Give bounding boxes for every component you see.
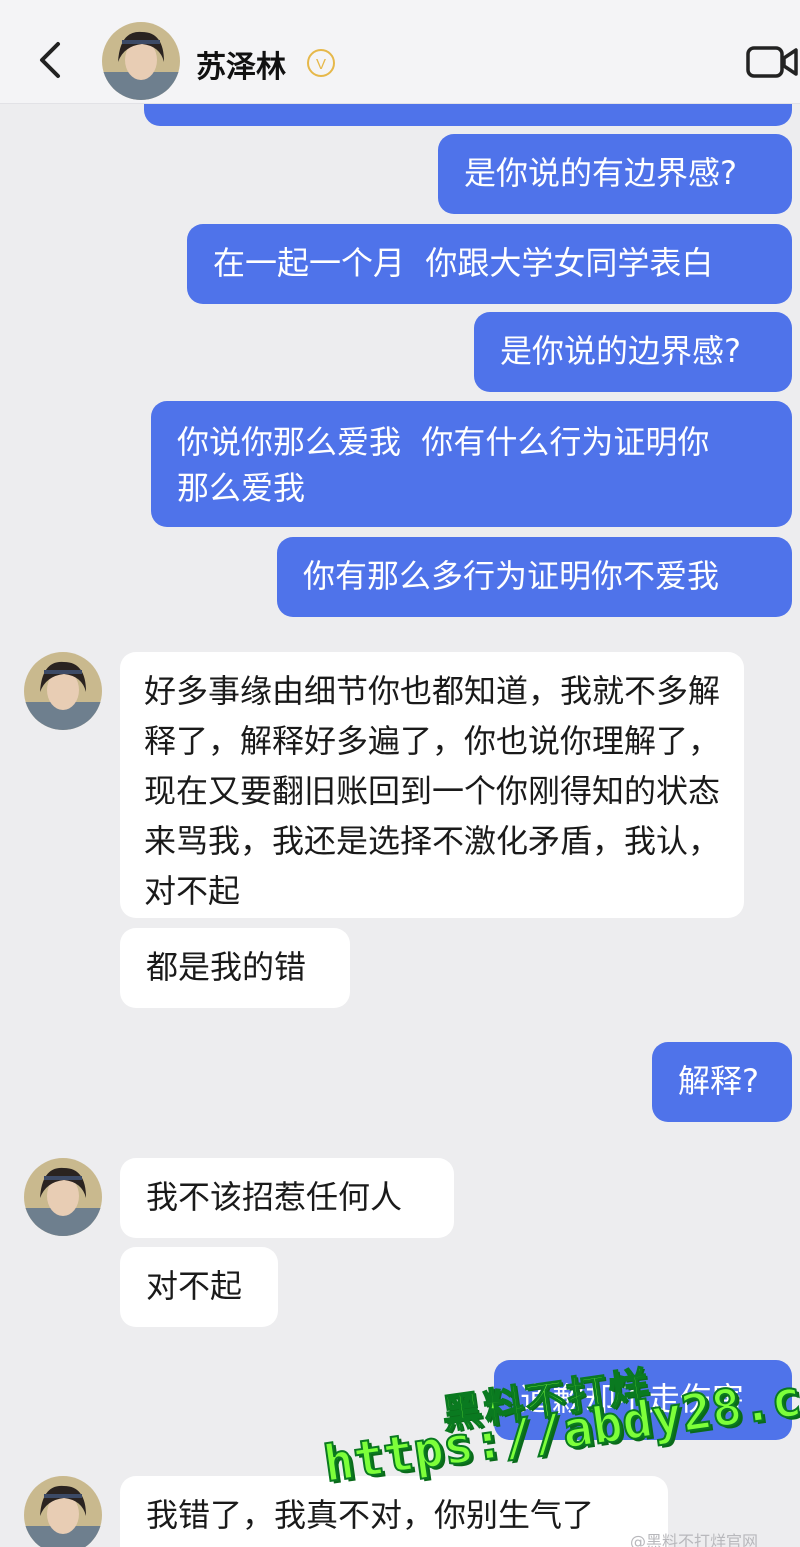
- message-bubble-out[interactable]: 你说你那么爱我 你有什么行为证明你 那么爱我: [151, 401, 792, 527]
- message-text: 我错了，我真不对，你别生气了: [146, 1496, 595, 1534]
- contact-avatar[interactable]: [24, 1476, 102, 1547]
- message-text: 都是我的错: [146, 948, 307, 986]
- message-text: 是你说的有边界感?: [464, 154, 737, 192]
- message-text: 对不起: [146, 1267, 243, 1305]
- message-bubble-out[interactable]: 在一起一个月 你跟大学女同学表白: [187, 224, 792, 304]
- message-text: 你说你那么爱我 你有什么行为证明你: [177, 423, 710, 461]
- message-text: 解释?: [678, 1062, 759, 1100]
- chevron-left-icon[interactable]: [30, 38, 74, 82]
- watermark-faint: @黑料不打烊官网: [630, 1532, 759, 1547]
- message-text: 是你说的边界感?: [500, 332, 741, 370]
- contact-avatar[interactable]: [24, 1158, 102, 1236]
- message-bubble-in[interactable]: 对不起: [120, 1247, 278, 1327]
- chat-header: 苏泽林 V: [0, 0, 800, 104]
- message-text: 你有那么多行为证明你不爱我: [303, 557, 720, 595]
- message-bubble-out[interactable]: 解释?: [652, 1042, 792, 1122]
- message-text: 那么爱我: [177, 469, 306, 507]
- contact-name: 苏泽林: [196, 50, 286, 85]
- contact-avatar[interactable]: [102, 22, 180, 100]
- message-bubble-in[interactable]: 我错了，我真不对，你别生气了: [120, 1476, 668, 1547]
- message-text: 好多事缘由细节你也都知道，我就不多解释了，解释好多遍了，你也说你理解了，现在又要…: [144, 672, 721, 910]
- message-bubble-in[interactable]: 好多事缘由细节你也都知道，我就不多解释了，解释好多遍了，你也说你理解了，现在又要…: [120, 652, 744, 918]
- svg-text:V: V: [316, 56, 326, 73]
- message-text: 我不该招惹任何人: [146, 1178, 403, 1216]
- message-bubble-out[interactable]: 你有那么多行为证明你不爱我: [277, 537, 792, 617]
- video-call-icon[interactable]: [746, 44, 798, 80]
- verified-badge-icon: V: [307, 49, 335, 77]
- message-text: 在一起一个月 你跟大学女同学表白: [213, 244, 714, 282]
- message-bubble-out[interactable]: 是你说的有边界感?: [438, 134, 792, 214]
- message-bubble-in[interactable]: 都是我的错: [120, 928, 350, 1008]
- contact-avatar[interactable]: [24, 652, 102, 730]
- message-bubble-in[interactable]: 我不该招惹任何人: [120, 1158, 454, 1238]
- message-bubble-out[interactable]: 是你说的边界感?: [474, 312, 792, 392]
